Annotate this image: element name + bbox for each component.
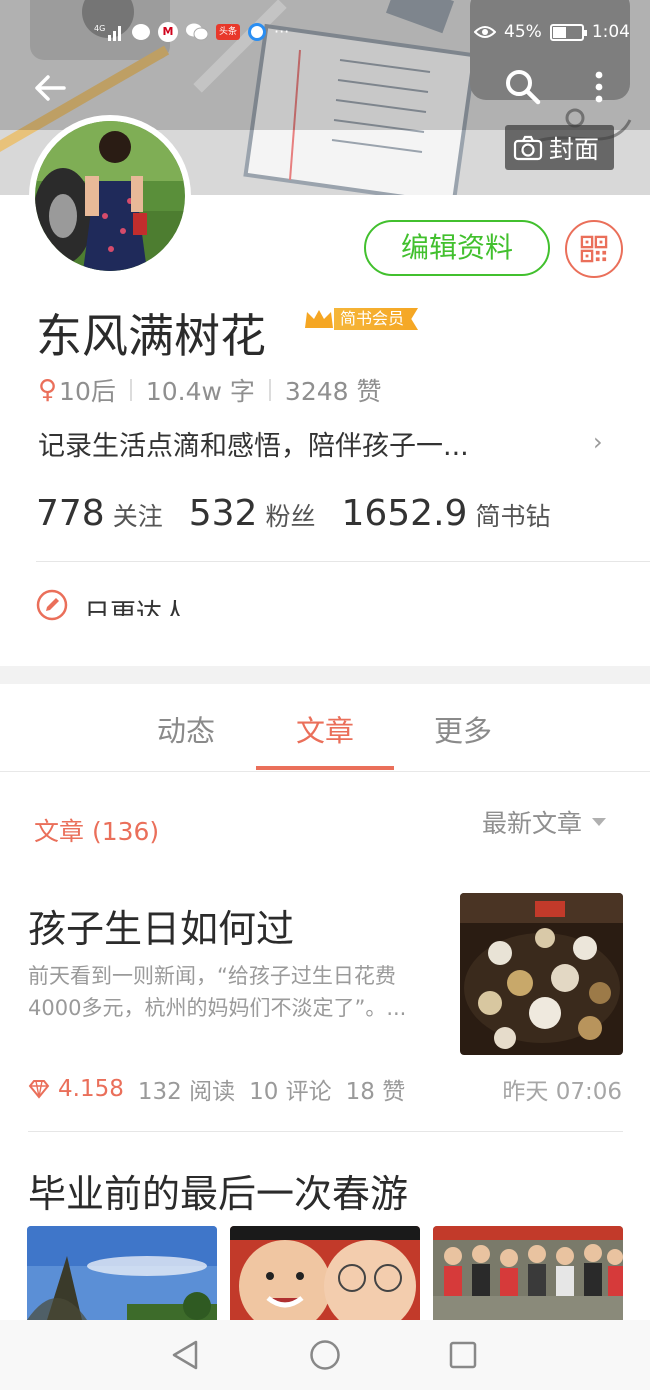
crown-icon: [305, 310, 333, 328]
section-gap: [0, 666, 650, 684]
status-bar: 4G M 头条 ··· 45% 1:04: [0, 22, 650, 54]
more-notifications-icon: ···: [274, 22, 290, 41]
divider: [129, 379, 132, 401]
camera-icon: [513, 135, 543, 160]
article-meta: 4.158 132 阅读 10 评论 18 赞: [28, 1072, 419, 1106]
article-reads: 132 阅读: [137, 1079, 236, 1105]
daily-writer-badge[interactable]: 日更达人: [36, 589, 188, 621]
article-comments: 10 评论: [249, 1079, 332, 1105]
wechat-icon: [186, 23, 208, 41]
following-count[interactable]: 778: [36, 493, 105, 534]
article-likes: 18 赞: [345, 1079, 406, 1105]
qr-code-icon[interactable]: [565, 220, 623, 278]
female-icon: ♀: [38, 375, 58, 405]
article-thumbnail[interactable]: [460, 893, 623, 1055]
caret-down-icon: [592, 818, 607, 826]
circle-home-icon[interactable]: [308, 1338, 342, 1372]
sort-dropdown[interactable]: 最新文章: [482, 804, 607, 840]
message-icon: [132, 24, 150, 40]
profile-stats: ♀ 10后 10.4w 字 3248 赞: [38, 372, 382, 408]
diamond-count[interactable]: 1652.9: [341, 493, 467, 534]
svg-text:4G: 4G: [94, 24, 105, 33]
change-cover-label: 封面: [549, 134, 600, 164]
search-icon[interactable]: [502, 66, 544, 108]
age-group: 10后: [59, 377, 116, 406]
toutiao-icon: 头条: [216, 24, 240, 40]
change-cover-button[interactable]: 封面: [505, 125, 614, 170]
article-count: 文章 (136): [34, 817, 160, 846]
app-notification-icon: [248, 23, 266, 41]
avatar[interactable]: [29, 115, 191, 277]
chevron-right-icon[interactable]: ›: [593, 428, 603, 456]
battery-percent: 45%: [504, 22, 542, 42]
vip-label: 简书会员: [334, 308, 419, 330]
divider: [28, 1131, 623, 1132]
edit-profile-button[interactable]: 编辑资料: [364, 220, 550, 276]
battery-level: [552, 26, 566, 38]
clock: 1:04: [591, 22, 630, 42]
article-diamonds: 4.158: [58, 1076, 124, 1102]
vip-badge[interactable]: 简书会员: [304, 306, 419, 332]
tab-more[interactable]: 更多: [394, 708, 532, 750]
tab-activity[interactable]: 动态: [117, 708, 255, 750]
signal-icon: 4G: [94, 24, 121, 41]
square-recent-icon[interactable]: [446, 1338, 480, 1372]
pencil-circle-icon: [36, 589, 68, 621]
daily-writer-label: 日更达人: [84, 599, 189, 616]
system-nav-bar: [0, 1320, 650, 1390]
back-arrow-icon[interactable]: [30, 68, 70, 108]
followers-label[interactable]: 粉丝: [265, 497, 315, 533]
more-vertical-icon[interactable]: [584, 66, 614, 108]
divider: [268, 379, 271, 401]
article-image[interactable]: [230, 1226, 420, 1320]
tab-articles[interactable]: 文章: [256, 708, 394, 750]
status-right: 45% 1:04: [474, 22, 630, 42]
cover-shade: [0, 0, 650, 130]
sort-label: 最新文章: [482, 809, 583, 838]
article-image[interactable]: [433, 1226, 623, 1320]
follow-counts: 778 关注 532 粉丝 1652.9 简书钻: [36, 493, 576, 534]
article-title[interactable]: 毕业前的最后一次春游: [28, 1163, 408, 1218]
battery-icon: [549, 23, 587, 41]
profile-tabs: 动态 文章 更多: [0, 684, 650, 772]
article-time: 昨天 07:06: [502, 1079, 622, 1105]
username: 东风满树花: [36, 309, 266, 363]
article-title[interactable]: 孩子生日如何过: [28, 898, 294, 953]
followers-count[interactable]: 532: [189, 493, 258, 534]
article-image-strip[interactable]: [27, 1226, 623, 1320]
divider: [36, 561, 650, 562]
total-likes: 3248 赞: [284, 377, 382, 406]
avatar-image: [33, 121, 185, 271]
mcdonalds-icon: M: [158, 22, 178, 42]
profile-bio[interactable]: 记录生活点滴和感悟，陪伴孩子一...: [38, 424, 578, 463]
diamond-label[interactable]: 简书钻: [475, 497, 550, 533]
following-label[interactable]: 关注: [113, 497, 163, 533]
article-image[interactable]: [27, 1226, 217, 1320]
triangle-back-icon[interactable]: [168, 1338, 202, 1372]
word-count: 10.4w 字: [145, 377, 255, 406]
status-left: 4G M 头条 ···: [94, 22, 289, 42]
diamond-icon: [28, 1080, 50, 1099]
eye-comfort-icon: [474, 26, 497, 38]
article-summary[interactable]: 前天看到一则新闻，“给孩子过生日花费4000多元，杭州的妈妈们不淡定了”。...: [28, 960, 438, 1024]
active-tab-indicator: [256, 766, 394, 770]
